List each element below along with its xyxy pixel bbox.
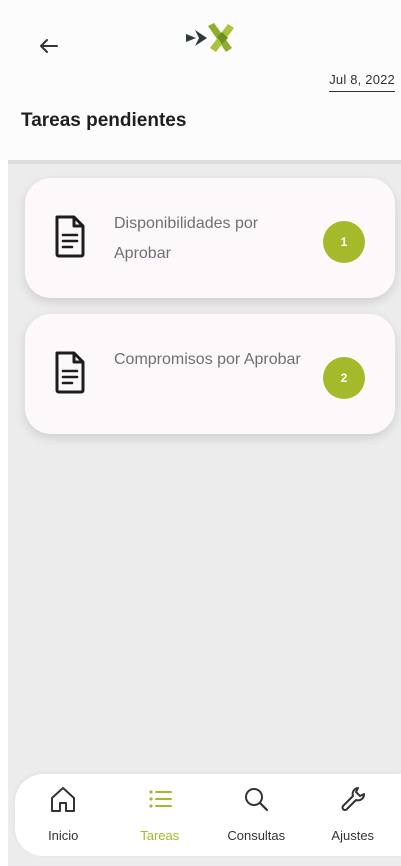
nav-item-tareas[interactable]: Tareas	[112, 774, 209, 856]
nav-label: Ajustes	[331, 828, 375, 843]
page-title: Tareas pendientes	[21, 110, 187, 131]
current-date: Jul 8, 2022	[329, 72, 395, 92]
nav-label: Tareas	[140, 828, 180, 843]
nav-item-inicio[interactable]: Inicio	[15, 774, 112, 856]
task-label: Disponibilidades por Aprobar	[114, 215, 259, 262]
back-button[interactable]	[34, 34, 62, 58]
count-badge: 2	[323, 357, 365, 399]
bottom-nav: Inicio Tareas Consultas Ajustes	[15, 774, 401, 856]
nav-item-consultas[interactable]: Consultas	[208, 774, 305, 856]
document-icon	[55, 215, 85, 258]
count-badge: 1	[323, 221, 365, 263]
task-card-compromisos[interactable]: Compromisos por Aprobar 2	[25, 314, 395, 434]
task-list: Disponibilidades por Aprobar 1 Compromis…	[8, 160, 401, 866]
app-screen: Jul 8, 2022 Tareas pendientes Disponibil…	[0, 0, 401, 866]
search-icon	[245, 788, 269, 812]
task-label: Compromisos por Aprobar	[114, 351, 301, 368]
document-icon	[55, 351, 85, 394]
arrow-left-icon	[40, 39, 58, 53]
nav-label: Inicio	[48, 828, 79, 843]
wrench-icon	[341, 787, 365, 811]
list-icon	[149, 790, 172, 808]
home-icon	[51, 787, 76, 812]
task-card-disponibilidades[interactable]: Disponibilidades por Aprobar 1	[25, 178, 395, 298]
brand-logo	[186, 23, 234, 52]
nav-item-ajustes[interactable]: Ajustes	[305, 774, 401, 856]
nav-label: Consultas	[227, 828, 286, 843]
header: Jul 8, 2022 Tareas pendientes	[0, 0, 401, 160]
